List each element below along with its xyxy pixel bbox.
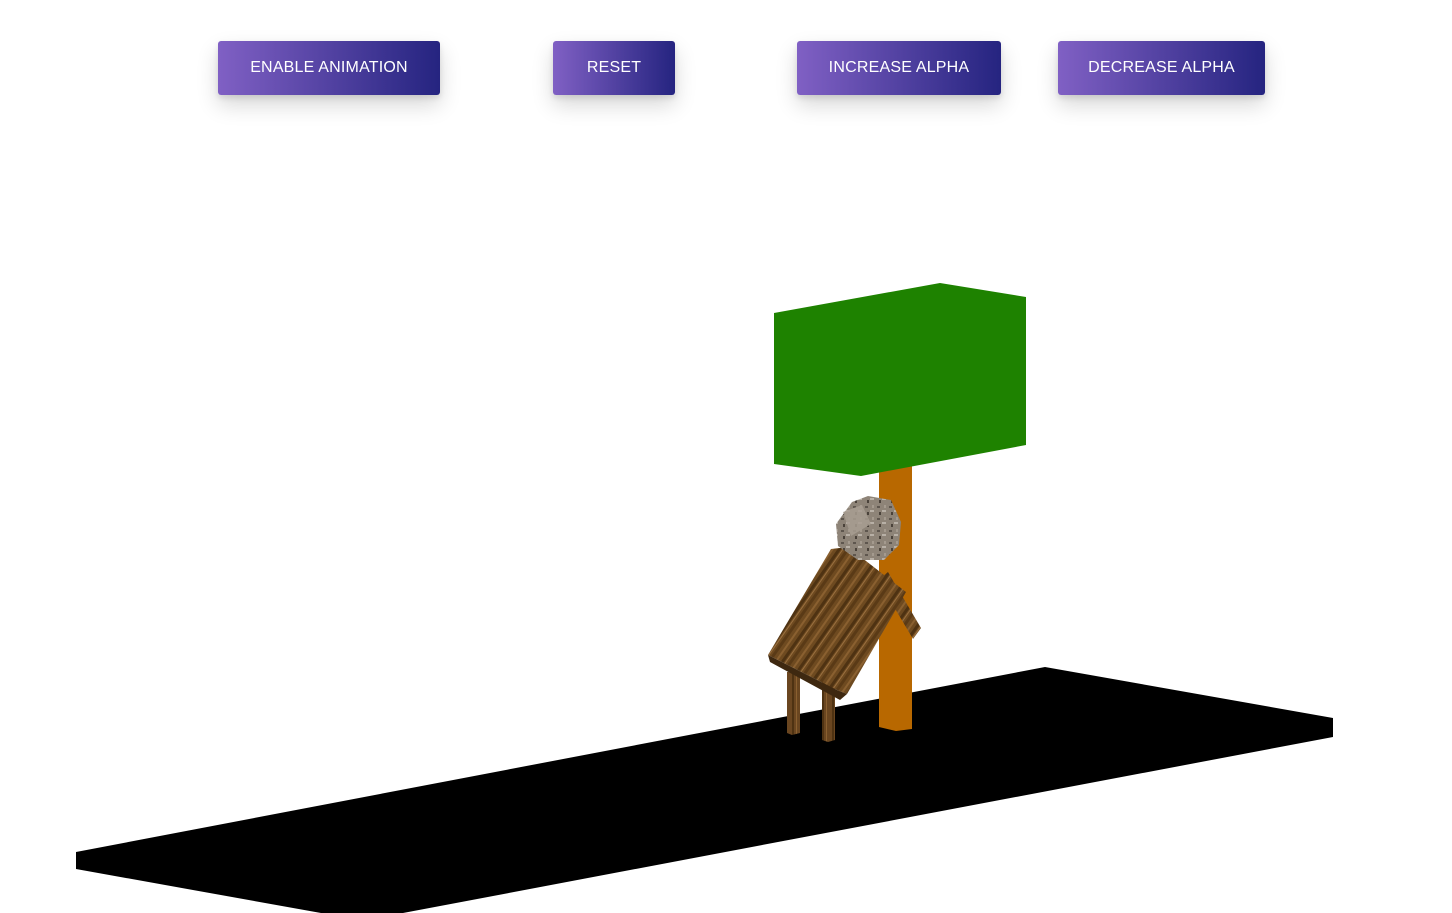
webgl-scene-canvas[interactable]: [0, 0, 1452, 913]
stone-head: [836, 496, 901, 560]
tree-foliage: [774, 283, 1026, 476]
ground-plane: [76, 667, 1333, 913]
wooden-leg-left: [787, 672, 800, 735]
